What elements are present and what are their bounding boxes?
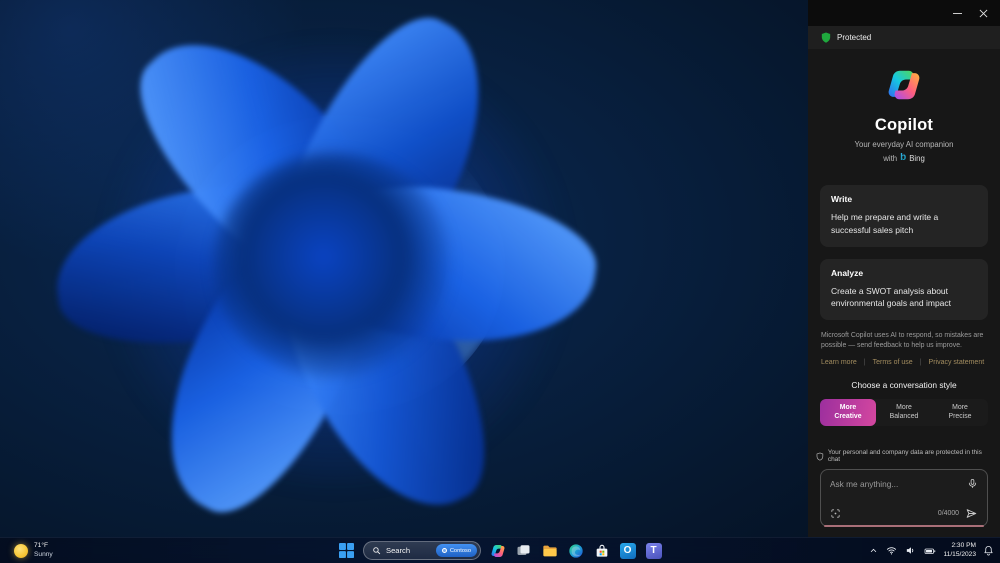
system-tray: 2:30 PM 11/15/2023	[868, 538, 995, 563]
close-icon	[979, 9, 987, 17]
bing-attribution: with b Bing	[808, 153, 1000, 163]
weather-text: 71°F Sunny	[34, 542, 53, 560]
file-explorer-icon	[542, 545, 557, 556]
panel-titlebar	[808, 0, 1000, 26]
badge-label: Contoso	[449, 547, 471, 554]
clock-time: 2:30 PM	[951, 541, 976, 549]
teams-icon: T	[645, 542, 662, 559]
link-separator: |	[863, 358, 866, 366]
search-icon	[373, 547, 381, 555]
task-view-icon	[517, 545, 530, 555]
taskbar-file-explorer-icon[interactable]	[540, 541, 559, 560]
edge-icon	[568, 543, 583, 558]
taskbar-task-view-icon[interactable]	[514, 541, 533, 560]
char-counter: 0/4000	[937, 510, 959, 517]
ai-disclaimer: Microsoft Copilot uses AI to respond, so…	[821, 332, 984, 350]
bell-icon	[984, 545, 993, 556]
taskbar: 71°F Sunny Search Contoso O T 2:30 PM 11…	[0, 537, 1000, 563]
battery-icon	[925, 548, 936, 554]
protected-badge: Protected	[808, 26, 1000, 49]
copilot-logo	[885, 66, 923, 104]
shield-outline-icon	[816, 452, 824, 461]
copilot-icon	[490, 543, 506, 559]
bing-label: Bing	[909, 153, 925, 163]
copilot-panel: Protected Copilot Your everyday AI compa…	[808, 0, 1000, 537]
clock-date: 11/15/2023	[943, 550, 976, 558]
chevron-up-icon	[871, 548, 877, 553]
card-title: Analyze	[831, 267, 864, 278]
taskbar-copilot-icon[interactable]	[488, 541, 507, 560]
data-protection-text: Your personal and company data are prote…	[827, 449, 982, 463]
send-icon	[966, 509, 977, 518]
close-button[interactable]	[970, 3, 996, 23]
shield-icon	[821, 32, 831, 43]
learn-more-link[interactable]: Learn more	[821, 359, 857, 366]
badge-logo-icon	[441, 548, 447, 553]
style-more-balanced[interactable]: More Balanced	[876, 399, 932, 426]
microphone-icon	[968, 478, 977, 489]
bing-icon: b	[900, 152, 907, 163]
panel-subtitle: Your everyday AI companion	[854, 140, 954, 149]
bloom-artwork	[46, 0, 615, 537]
chat-input[interactable]	[830, 478, 961, 489]
tray-network-button[interactable]	[885, 544, 898, 557]
taskbar-outlook-icon[interactable]: O	[618, 541, 637, 560]
search-label: Search	[386, 546, 411, 555]
tray-chevron-button[interactable]	[868, 545, 879, 556]
volume-icon	[907, 547, 914, 554]
taskbar-search[interactable]: Search Contoso	[363, 541, 481, 560]
screenshot-icon	[831, 509, 840, 518]
start-button[interactable]	[337, 541, 356, 560]
weather-temp: 71°F	[34, 541, 48, 549]
link-separator: |	[919, 358, 922, 366]
suggestion-card-analyze[interactable]: Analyze Create a SWOT analysis about env…	[820, 258, 988, 320]
card-body: Create a SWOT analysis about environment…	[831, 285, 952, 309]
weather-condition: Sunny	[34, 550, 53, 558]
microphone-button[interactable]	[967, 478, 978, 489]
sun-icon	[14, 543, 28, 558]
taskbar-center: Search Contoso O T	[337, 541, 663, 560]
data-protection-note: Your personal and company data are prote…	[816, 449, 992, 463]
card-title: Write	[831, 194, 853, 204]
conversation-style-selector: More Creative More Balanced More Precise	[820, 398, 988, 426]
taskbar-store-icon[interactable]	[592, 541, 611, 560]
conversation-style-label: Choose a conversation style	[851, 379, 957, 390]
copilot-hero: Copilot Your everyday AI companion with …	[808, 49, 1000, 163]
chat-input-box: 0/4000	[820, 469, 988, 527]
wifi-icon	[887, 547, 897, 555]
windows-logo-icon	[339, 543, 354, 558]
store-icon	[596, 544, 607, 557]
minimize-button[interactable]	[944, 3, 970, 23]
notification-bell-button[interactable]	[982, 544, 995, 557]
search-highlight-badge[interactable]: Contoso	[435, 544, 477, 557]
weather-widget[interactable]: 71°F Sunny	[8, 538, 59, 563]
panel-title: Copilot	[874, 116, 934, 134]
screenshot-button[interactable]	[830, 508, 841, 519]
taskbar-edge-icon[interactable]	[566, 541, 585, 560]
send-button[interactable]	[965, 507, 978, 520]
screen: Protected Copilot Your everyday AI compa…	[0, 0, 1000, 563]
with-label: with	[883, 153, 898, 163]
tray-battery-button[interactable]	[923, 544, 937, 558]
terms-of-use-link[interactable]: Terms of use	[873, 359, 913, 366]
protected-label: Protected	[837, 33, 872, 42]
card-body: Help me prepare and write a successful s…	[831, 212, 939, 235]
privacy-statement-link[interactable]: Privacy statement	[929, 359, 985, 366]
style-more-creative[interactable]: More Creative	[820, 398, 876, 426]
taskbar-teams-icon[interactable]: T	[644, 541, 663, 560]
minimize-icon	[952, 12, 962, 14]
suggestion-card-write[interactable]: Write Help me prepare and write a succes…	[820, 185, 988, 247]
tray-volume-button[interactable]	[904, 544, 917, 557]
outlook-icon: O	[619, 542, 636, 559]
style-more-precise[interactable]: More Precise	[932, 399, 988, 426]
taskbar-clock[interactable]: 2:30 PM 11/15/2023	[943, 542, 976, 560]
legal-links: Learn more | Terms of use | Privacy stat…	[821, 359, 987, 366]
